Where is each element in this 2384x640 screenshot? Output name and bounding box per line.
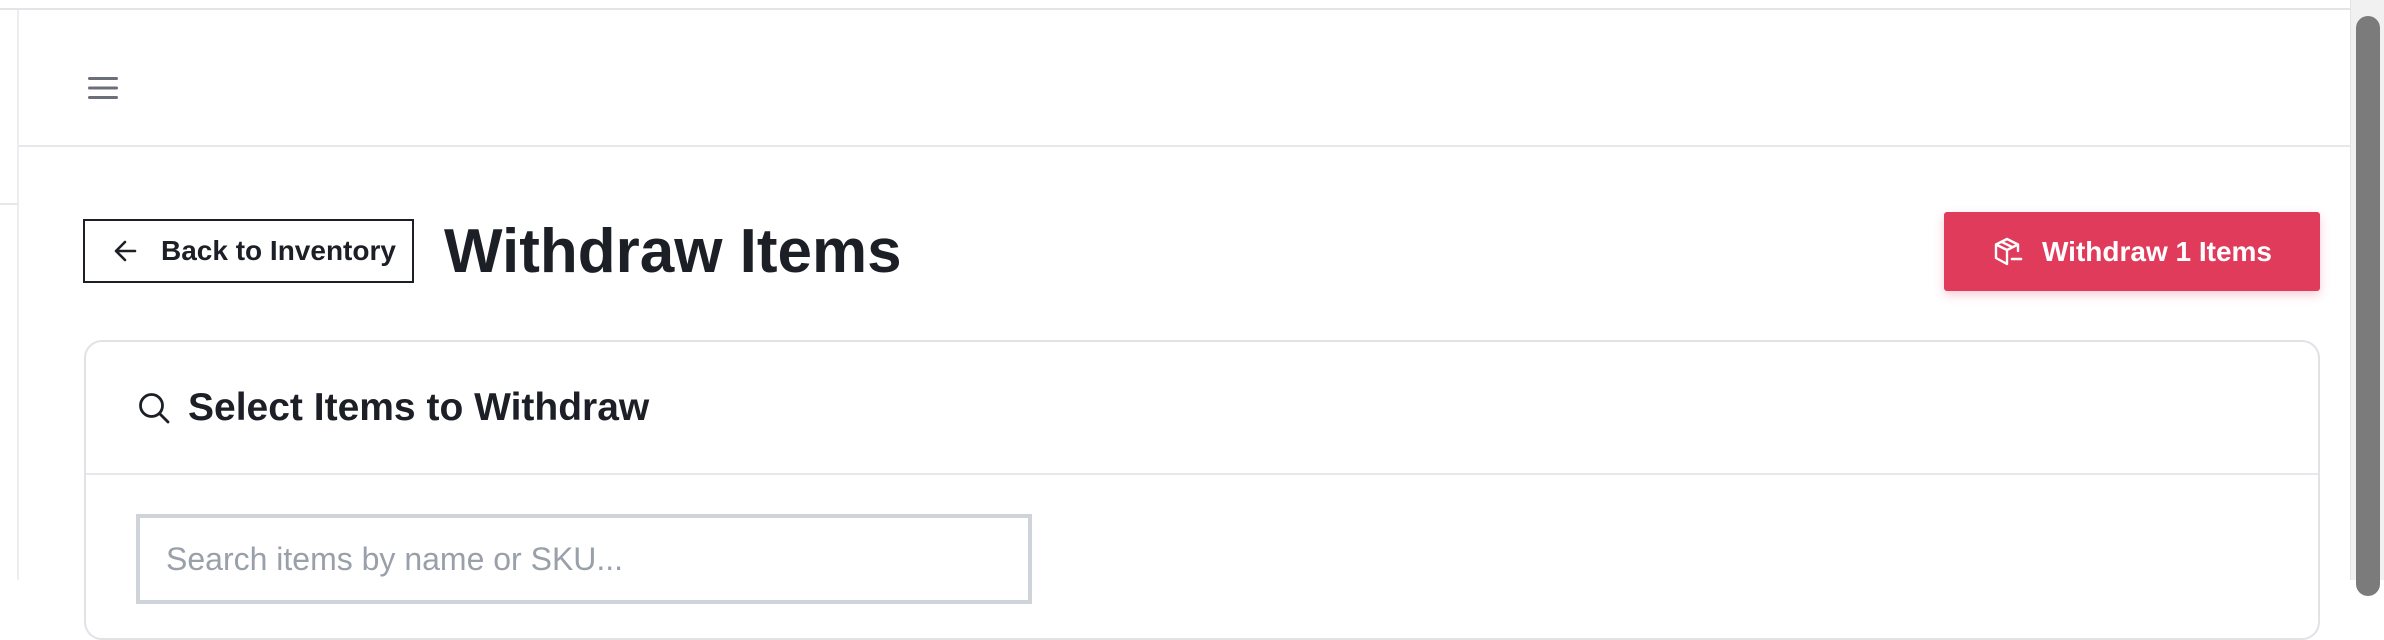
browser-top-edge	[0, 0, 2384, 10]
item-search-input[interactable]	[164, 539, 1028, 579]
sidebar-rail-divider	[0, 203, 19, 205]
package-minus-icon	[1994, 237, 2023, 265]
hamburger-menu-icon	[88, 77, 118, 99]
select-items-card: Select Items to Withdraw	[84, 340, 2320, 640]
page-title: Withdraw Items	[444, 217, 902, 286]
arrow-left-icon	[114, 240, 137, 262]
app-header	[19, 10, 2350, 147]
card-header: Select Items to Withdraw	[86, 342, 2318, 475]
menu-button[interactable]	[67, 58, 139, 118]
back-button-label: Back to Inventory	[161, 235, 396, 266]
back-to-inventory-button[interactable]: Back to Inventory	[83, 219, 414, 283]
search-icon	[139, 392, 170, 423]
card-title: Select Items to Withdraw	[188, 385, 650, 429]
page-scrollbar[interactable]	[2350, 0, 2384, 596]
scrollbar-thumb[interactable]	[2356, 16, 2380, 596]
sidebar-rail	[0, 10, 19, 580]
withdraw-items-button[interactable]: Withdraw 1 Items	[1944, 212, 2320, 291]
search-field-wrapper	[136, 514, 1032, 604]
withdraw-button-label: Withdraw 1 Items	[2041, 235, 2272, 267]
